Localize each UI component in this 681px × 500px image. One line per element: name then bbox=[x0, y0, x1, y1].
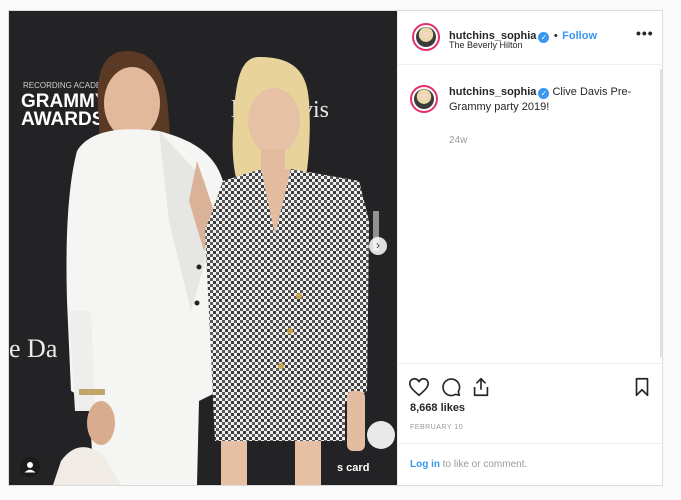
caption-text-block: hutchins_sophia ✓ Clive Davis Pre-Grammy … bbox=[449, 85, 649, 115]
follow-button[interactable]: Follow bbox=[562, 30, 597, 42]
login-link[interactable]: Log in bbox=[410, 459, 440, 470]
likes-count[interactable]: 8,668 likes bbox=[410, 402, 465, 414]
heart-icon[interactable] bbox=[408, 376, 430, 398]
backdrop-text-bottom: s card bbox=[337, 462, 369, 474]
backdrop-text-left: e Da bbox=[9, 334, 58, 363]
caption-avatar[interactable] bbox=[410, 85, 438, 113]
backdrop-text-3: AWARDS bbox=[21, 109, 104, 130]
photo-illustration: RECORDING ACADEMY GRAMMY AWARDS live Dav… bbox=[9, 11, 397, 485]
post-photo[interactable]: RECORDING ACADEMY GRAMMY AWARDS live Dav… bbox=[9, 11, 397, 485]
location-link[interactable]: The Beverly Hilton bbox=[449, 40, 523, 50]
post-sidebar: hutchins_sophia ✓ • Follow The Beverly Hi… bbox=[397, 11, 663, 485]
share-icon[interactable] bbox=[470, 376, 492, 398]
login-prompt-text: to like or comment. bbox=[440, 459, 528, 470]
more-options-icon[interactable]: ••• bbox=[636, 25, 654, 41]
post-date: FEBRUARY 10 bbox=[410, 424, 464, 431]
verified-badge-icon: ✓ bbox=[538, 32, 550, 43]
instagram-post-card: RECORDING ACADEMY GRAMMY AWARDS live Dav… bbox=[8, 10, 663, 486]
comment-icon[interactable] bbox=[440, 376, 462, 398]
avatar[interactable] bbox=[412, 23, 440, 51]
caption-verified-icon: ✓ bbox=[538, 88, 550, 99]
post-header: hutchins_sophia ✓ • Follow The Beverly Hi… bbox=[398, 11, 663, 65]
separator-dot: • bbox=[553, 30, 558, 42]
tagged-user-icon[interactable] bbox=[20, 457, 40, 477]
comments-scrollbar[interactable] bbox=[660, 69, 662, 357]
login-prompt: Log in to like or comment. bbox=[398, 443, 663, 485]
caption-username[interactable]: hutchins_sophia bbox=[449, 86, 536, 98]
bookmark-icon[interactable] bbox=[631, 376, 653, 398]
next-photo-button[interactable]: › bbox=[369, 237, 387, 255]
time-ago: 24w bbox=[449, 135, 468, 146]
